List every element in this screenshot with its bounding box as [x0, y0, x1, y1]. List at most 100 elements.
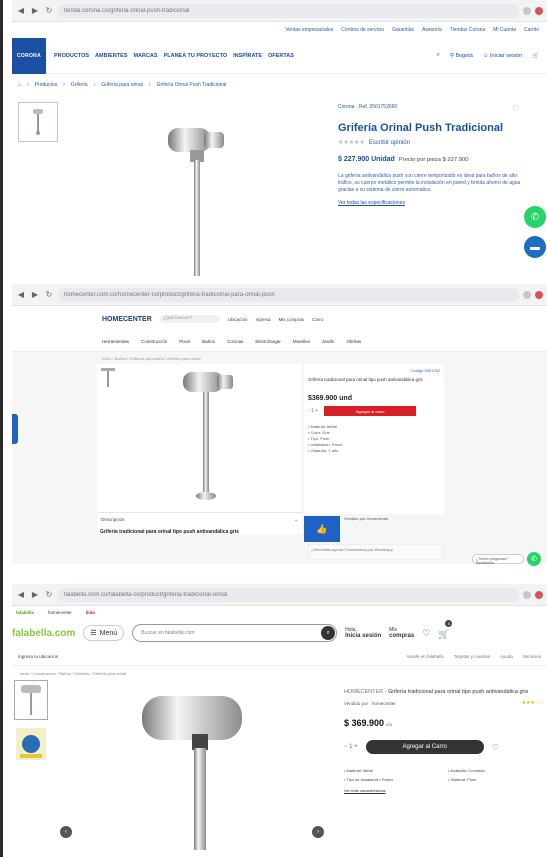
category-item[interactable]: Ofertas: [346, 339, 361, 344]
search-icon[interactable]: ⌕: [321, 626, 336, 640]
address-bar[interactable]: homecenter.com.co/homecenter-co/product/…: [58, 287, 519, 302]
forward-icon[interactable]: ▶: [30, 6, 40, 16]
header-item[interactable]: Ingresa: [256, 317, 271, 322]
quantity-stepper[interactable]: - 1 +: [308, 408, 318, 414]
product-thumbnail[interactable]: [18, 102, 58, 142]
reload-icon[interactable]: ↻: [44, 590, 54, 600]
menu-item[interactable]: PLANEA TU PROYECTO: [164, 53, 228, 59]
reload-icon[interactable]: ↻: [44, 6, 54, 16]
category-item[interactable]: Construcción: [141, 339, 167, 344]
home-icon[interactable]: ⌂: [18, 82, 21, 88]
reload-icon[interactable]: ↻: [44, 290, 54, 300]
location-selector[interactable]: ⚲ Bogotá: [450, 53, 473, 59]
breadcrumb[interactable]: Inicio / Construcción / Baños / Grifería…: [12, 666, 547, 680]
breadcrumb-item[interactable]: Productos: [35, 82, 58, 88]
brand-name[interactable]: HOMECENTER: [344, 689, 383, 695]
category-item[interactable]: Baños: [202, 339, 215, 344]
thumbs-up-icon[interactable]: 👍: [304, 516, 340, 542]
profile-icon[interactable]: [535, 290, 543, 299]
orders-link[interactable]: Mis compras: [389, 627, 414, 639]
specs-link[interactable]: Ver todas las especificaciones: [338, 200, 528, 206]
util-link[interactable]: Asesoría: [422, 27, 442, 33]
profile-icon[interactable]: [535, 6, 543, 15]
star-icons[interactable]: ★★★☆☆: [522, 700, 544, 706]
category-item[interactable]: Electrohogar: [255, 339, 281, 344]
chat-icon[interactable]: ▬: [524, 236, 546, 258]
util-link[interactable]: Carrito: [524, 27, 539, 33]
whatsapp-icon[interactable]: ✆: [524, 206, 546, 228]
category-item[interactable]: Pisos: [179, 339, 190, 344]
breadcrumb-item[interactable]: Grifería: [71, 82, 88, 88]
address-bar[interactable]: tienda.corona.co/griferia-orinal-push-tr…: [58, 3, 519, 18]
search-icon[interactable]: ⌕: [437, 52, 440, 59]
rating[interactable]: ★★★★★ Escribir opinión: [338, 139, 528, 146]
product-image[interactable]: [162, 120, 242, 276]
search-input[interactable]: Buscar en falabella.com ⌕: [132, 624, 338, 642]
search-input[interactable]: ¿Qué buscas?: [159, 315, 220, 323]
add-to-cart-button[interactable]: Agregar al Carro: [365, 740, 484, 754]
util-link[interactable]: Garantías: [392, 27, 414, 33]
category-item[interactable]: Herramientas: [102, 339, 129, 344]
product-thumbnail[interactable]: [14, 724, 48, 764]
wishlist-icon[interactable]: ♡: [492, 743, 499, 752]
category-item[interactable]: Jardín: [322, 339, 335, 344]
address-bar[interactable]: falabella.com.co/falabella-co/product/gr…: [58, 587, 519, 602]
header-item[interactable]: Carro: [312, 317, 323, 322]
description-tab[interactable]: Descripción ⌄: [97, 512, 302, 526]
util-link[interactable]: Centros de servicio: [341, 27, 384, 33]
login-link[interactable]: ☺ Iniciar sesión: [483, 53, 522, 59]
login-link[interactable]: Hola, Inicia sesión: [345, 627, 381, 639]
category-item[interactable]: Muebles: [293, 339, 310, 344]
extension-icon[interactable]: [523, 290, 531, 299]
menu-item[interactable]: OFERTAS: [268, 53, 294, 59]
breadcrumb[interactable]: Inicio / Baños / Griferías para baño / G…: [12, 352, 547, 364]
product-thumbnail[interactable]: [14, 680, 48, 720]
sub-link[interactable]: Tarjetas y cuentas: [454, 654, 490, 659]
util-link[interactable]: Mi Cuenta: [493, 27, 516, 33]
heart-icon[interactable]: ♡: [422, 628, 430, 639]
category-item[interactable]: Cocinas: [227, 339, 243, 344]
location-link[interactable]: Ingresa tu ubicación: [18, 654, 58, 659]
brand-link[interactable]: falabella: [16, 610, 34, 615]
product-thumbnail[interactable]: [97, 364, 119, 390]
header-item[interactable]: Ubicación: [228, 317, 248, 322]
side-tab[interactable]: [12, 414, 18, 444]
product-image[interactable]: [112, 690, 272, 850]
menu-item[interactable]: MARCAS: [133, 53, 157, 59]
extension-icon[interactable]: [523, 590, 531, 599]
sub-link[interactable]: Vende en falabella: [407, 654, 444, 659]
header-item[interactable]: Mis compras: [279, 317, 305, 322]
product-image[interactable]: [179, 368, 239, 508]
sub-link[interactable]: Ayuda: [500, 654, 513, 659]
prev-image-icon[interactable]: ‹: [60, 826, 72, 838]
cart-icon[interactable]: 🛒: [532, 53, 539, 59]
rating-link[interactable]: Escribir opinión: [369, 140, 410, 146]
menu-item[interactable]: INSPÍRATE: [233, 53, 262, 59]
profile-icon[interactable]: [535, 590, 543, 599]
brand-link[interactable]: linio: [86, 610, 95, 615]
add-to-cart-button[interactable]: Agregar al carro: [324, 406, 417, 416]
extension-icon[interactable]: [523, 6, 531, 15]
back-icon[interactable]: ◀: [16, 290, 26, 300]
more-specs-link[interactable]: Ver más características: [344, 788, 544, 793]
forward-icon[interactable]: ▶: [30, 590, 40, 600]
brand-link[interactable]: homecenter: [48, 610, 72, 615]
falabella-logo[interactable]: falabella.com: [12, 628, 75, 639]
menu-item[interactable]: AMBIENTES: [95, 53, 127, 59]
whatsapp-prompt[interactable]: ¿Tienes preguntas? Escríbenos: [472, 554, 524, 565]
help-box[interactable]: ¿Necesitas ayuda? Escríbenos por WhatsAp…: [308, 544, 444, 560]
menu-item[interactable]: PRODUCTOS: [54, 53, 89, 59]
corona-logo[interactable]: CORONA: [12, 37, 46, 74]
next-image-icon[interactable]: ›: [312, 826, 324, 838]
util-link[interactable]: Ventas empresariales: [285, 27, 333, 33]
heart-icon[interactable]: ♡: [512, 104, 519, 113]
breadcrumb-item[interactable]: Grifería para orinal: [101, 82, 143, 88]
menu-button[interactable]: ☰ Menú: [83, 625, 125, 641]
whatsapp-icon[interactable]: ✆: [527, 552, 541, 566]
cart-button[interactable]: 🛒 0: [438, 620, 453, 642]
back-icon[interactable]: ◀: [16, 6, 26, 16]
quantity-stepper[interactable]: − 1 +: [344, 744, 358, 750]
back-icon[interactable]: ◀: [16, 590, 26, 600]
sub-link[interactable]: Servicios: [523, 654, 541, 659]
util-link[interactable]: Tiendas Corona: [450, 27, 485, 33]
